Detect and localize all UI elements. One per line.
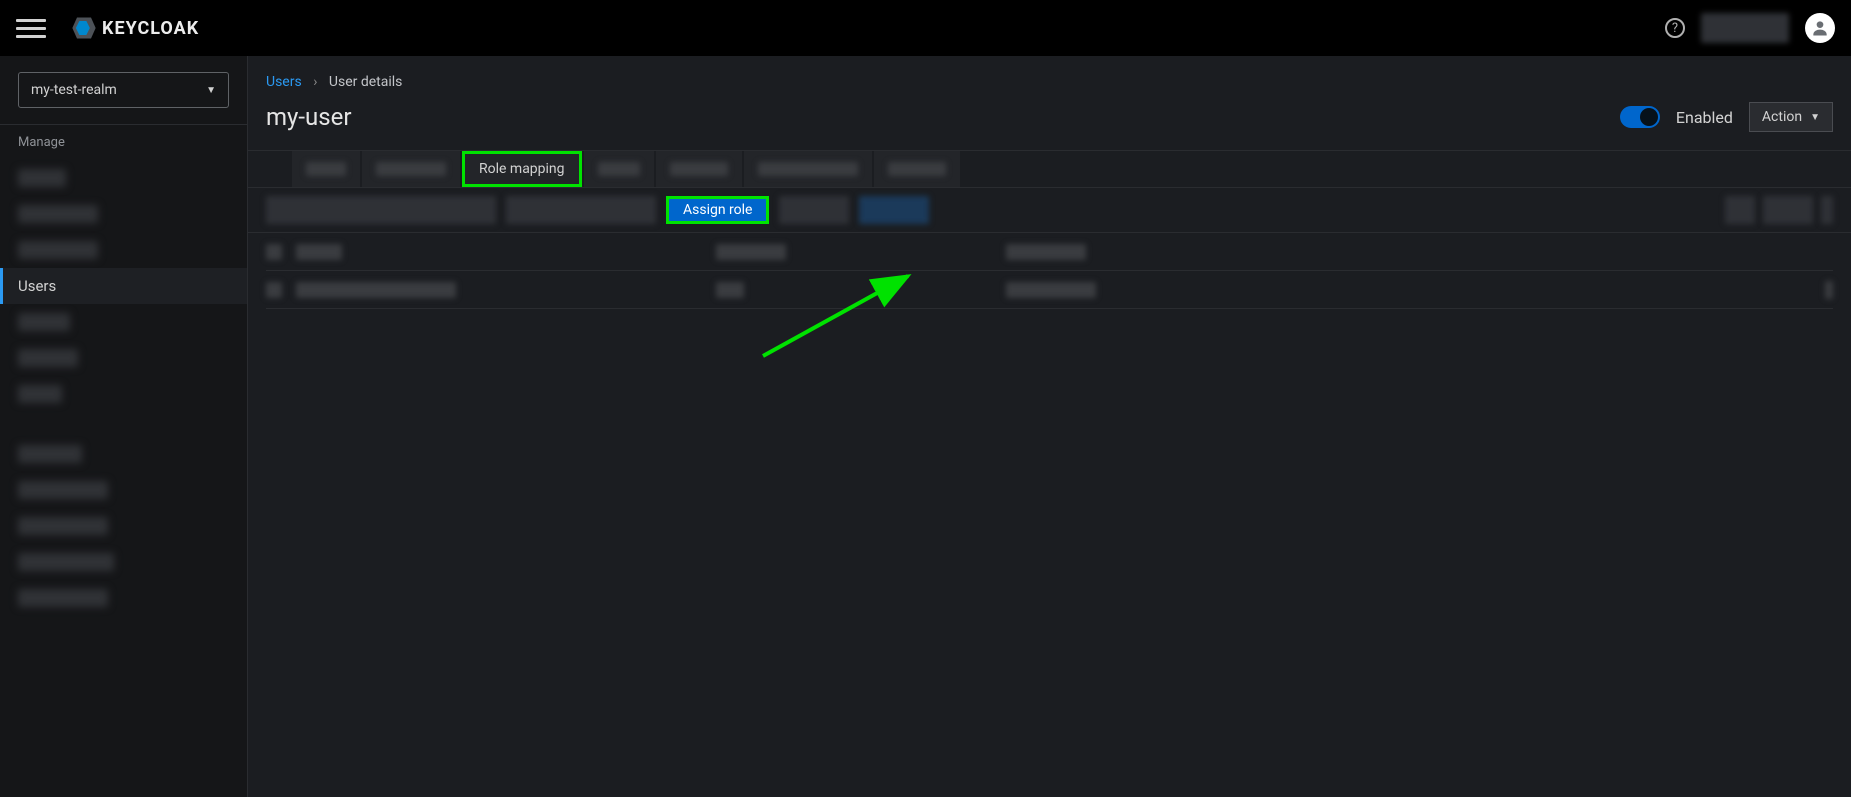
toolbar-redacted (1725, 196, 1755, 224)
breadcrumb-users-link[interactable]: Users (266, 74, 302, 90)
sidebar-item-users[interactable]: Users (0, 268, 247, 304)
tab-redacted[interactable] (656, 151, 742, 187)
sidebar-item-redacted[interactable] (0, 340, 247, 376)
chevron-right-icon: › (313, 74, 317, 90)
toolbar-redacted (1763, 196, 1813, 224)
assign-role-button[interactable]: Assign role (666, 196, 769, 224)
hamburger-menu-icon[interactable] (16, 13, 46, 43)
sidebar-item-redacted[interactable] (0, 232, 247, 268)
caret-down-icon: ▼ (1810, 112, 1820, 123)
sidebar-item-label: Users (18, 277, 56, 295)
sidebar-item-redacted[interactable] (0, 376, 247, 412)
roles-toolbar: Assign role (248, 188, 1851, 233)
tab-redacted[interactable] (362, 151, 460, 187)
sidebar-item-redacted[interactable] (0, 196, 247, 232)
caret-down-icon: ▼ (206, 85, 216, 96)
tab-redacted[interactable] (584, 151, 654, 187)
roles-table (248, 233, 1851, 309)
page-title: my-user (266, 103, 352, 131)
action-label: Action (1762, 109, 1802, 125)
sidebar-section-manage: Manage (0, 124, 247, 160)
sidebar-item-redacted[interactable] (0, 436, 247, 472)
sidebar-item-redacted[interactable] (0, 508, 247, 544)
topbar-redacted (1701, 13, 1789, 43)
tabs: Role mapping (248, 150, 1851, 188)
toolbar-redacted (859, 196, 929, 224)
main-content: Users › User details my-user Enabled Act… (248, 56, 1851, 797)
sidebar-item-redacted[interactable] (0, 472, 247, 508)
toolbar-redacted (1821, 196, 1833, 224)
sidebar-item-redacted[interactable] (0, 580, 247, 616)
top-bar: KEYCLOAK ? (0, 0, 1851, 56)
breadcrumb-current: User details (329, 74, 403, 90)
table-header-row (266, 233, 1833, 271)
tab-redacted[interactable] (292, 151, 360, 187)
keycloak-logo-text: KEYCLOAK (102, 18, 199, 39)
tab-redacted[interactable] (744, 151, 872, 187)
sidebar-item-redacted[interactable] (0, 304, 247, 340)
toolbar-redacted (779, 196, 849, 224)
enabled-label: Enabled (1676, 108, 1733, 127)
keycloak-logo-icon (70, 14, 98, 42)
tab-label: Role mapping (479, 161, 565, 177)
sidebar: my-test-realm ▼ Manage Users (0, 56, 248, 797)
keycloak-logo[interactable]: KEYCLOAK (70, 14, 199, 42)
assign-role-label: Assign role (683, 202, 752, 218)
toolbar-redacted (506, 196, 656, 224)
tab-role-mapping[interactable]: Role mapping (462, 151, 582, 187)
table-row[interactable] (266, 271, 1833, 309)
toolbar-redacted (266, 196, 496, 224)
sidebar-item-redacted[interactable] (0, 160, 247, 196)
enabled-toggle[interactable] (1620, 106, 1660, 128)
action-dropdown[interactable]: Action ▼ (1749, 102, 1833, 132)
help-icon[interactable]: ? (1665, 18, 1685, 38)
realm-selector[interactable]: my-test-realm ▼ (18, 72, 229, 108)
tab-redacted[interactable] (874, 151, 960, 187)
breadcrumb: Users › User details (248, 56, 1851, 98)
sidebar-item-redacted[interactable] (0, 544, 247, 580)
avatar[interactable] (1805, 13, 1835, 43)
realm-selector-value: my-test-realm (31, 82, 117, 98)
